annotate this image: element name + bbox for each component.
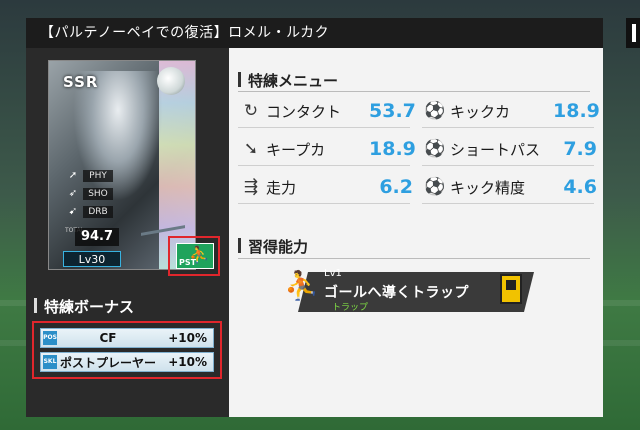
bonus-item: SKL ポストプレーヤー +10% — [40, 352, 214, 372]
skill-card[interactable]: ⛹ Lv1 ゴールへ導くトラップ トラップ — [284, 262, 540, 318]
keeper-icon: ➘ — [243, 139, 259, 159]
training-item-kick-power: ⚽ キックカ 18.9 — [422, 96, 600, 126]
divider — [238, 91, 590, 92]
training-name: ショートパス — [450, 140, 541, 159]
skill-category: トラップ — [332, 303, 369, 313]
bonus-value: +10% — [168, 355, 207, 369]
training-name: 走力 — [266, 178, 297, 197]
rarity-label: SSR — [63, 73, 99, 91]
position-label: PST — [179, 258, 197, 267]
ball-icon — [157, 67, 185, 95]
bonus-tag: SKL — [43, 355, 57, 369]
level-badge: Lv30 — [63, 251, 121, 267]
contact-icon: ↻ — [243, 101, 259, 121]
run-icon: ⇶ — [243, 177, 259, 197]
player-detail-panel: 【パルテノーペイでの復活】ロメル・ルカク SSR ➚ PHY ➶ SHO ➹ D… — [26, 18, 603, 417]
divider — [238, 258, 590, 259]
dribble-icon: ➹ — [68, 206, 78, 217]
kick-accuracy-icon: ⚽ — [424, 177, 446, 197]
training-item-short-pass: ⚽ ショートパス 7.9 — [422, 134, 597, 164]
total-label: TOTAL — [65, 227, 84, 234]
bonus-tag: POS — [43, 331, 57, 345]
shot-icon: ➶ — [68, 188, 78, 199]
stat-label: DRB — [83, 205, 113, 218]
stat-row-sho: ➶ SHO — [65, 187, 113, 200]
skill-level: Lv1 — [324, 268, 342, 279]
divider — [238, 165, 410, 166]
bonus-item: POS CF +10% — [40, 328, 214, 348]
trap-figure-icon: ⛹ — [284, 269, 319, 302]
position-badge: ⛹ PST — [176, 243, 214, 269]
skill-name: ゴールへ導くトラップ — [324, 285, 469, 301]
training-value: 53.7 — [369, 100, 416, 122]
edge-tab[interactable] — [626, 18, 640, 48]
divider — [238, 127, 410, 128]
stat-row-phy: ➚ PHY — [65, 169, 113, 182]
bonus-name: CF — [99, 331, 117, 345]
stat-label: SHO — [83, 187, 113, 200]
short-pass-icon: ⚽ — [424, 139, 446, 159]
bonus-heading: 特練ボーナス — [34, 296, 134, 317]
training-value: 18.9 — [369, 138, 416, 160]
ability-heading: 習得能力 — [238, 236, 308, 257]
training-value: 6.2 — [379, 176, 413, 198]
divider — [422, 127, 594, 128]
training-value: 4.6 — [563, 176, 597, 198]
bonus-value: +10% — [168, 331, 207, 345]
kick-icon: ➚ — [68, 170, 78, 181]
page-title: 【パルテノーペイでの復活】ロメル・ルカク — [26, 18, 603, 48]
bonus-list: POS CF +10% SKL ポストプレーヤー +10% — [32, 321, 222, 379]
training-item-run: ⇶ 走力 6.2 — [238, 172, 413, 202]
training-item-contact: ↻ コンタクト 53.7 — [238, 96, 416, 126]
training-heading: 特練メニュー — [238, 70, 338, 91]
training-item-kick-accuracy: ⚽ キック精度 4.6 — [422, 172, 597, 202]
training-name: コンタクト — [266, 102, 342, 121]
bonus-name: ポストプレーヤー — [59, 355, 156, 370]
stat-row-drb: ➹ DRB — [65, 205, 113, 218]
training-name: キックカ — [450, 102, 511, 121]
training-item-keep: ➘ キープカ 18.9 — [238, 134, 416, 164]
stat-label: PHY — [83, 169, 113, 182]
kick-power-icon: ⚽ — [424, 101, 446, 121]
training-value: 18.9 — [553, 100, 600, 122]
position-badge-frame: ⛹ PST — [168, 236, 220, 276]
divider — [422, 165, 594, 166]
training-name: キープカ — [266, 140, 326, 159]
training-name: キック精度 — [450, 178, 526, 197]
divider — [238, 203, 410, 204]
divider — [422, 203, 594, 204]
training-value: 7.9 — [563, 138, 597, 160]
total-value: 94.7 — [75, 228, 119, 246]
skill-rank-icon — [500, 274, 522, 304]
